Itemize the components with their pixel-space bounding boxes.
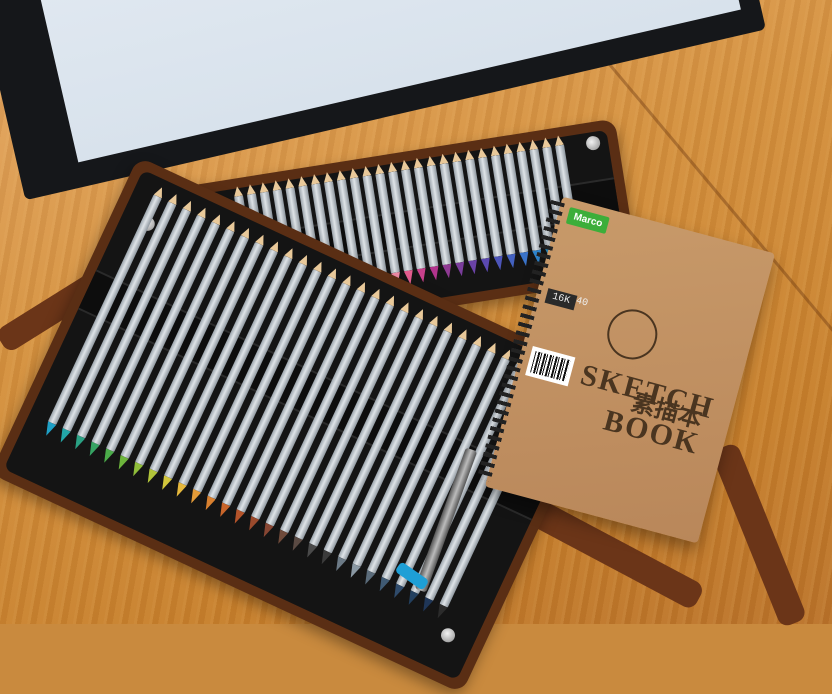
pencil-tip [115,455,129,471]
pencil-tip [86,441,100,457]
pencil-end [271,180,281,191]
pencil-tip [289,536,303,552]
pencil-tip [303,543,317,559]
pencil-tip [202,496,216,512]
photo-scene: Marco 16K 40 SKETCH BOOK 素描本 [0,0,832,694]
pencil-tip [455,262,466,277]
sheet-count-label: 40 [574,295,590,310]
pencil-end [348,167,358,178]
pencil-tip [376,577,390,593]
pencil-end [245,184,255,195]
pencil-end [438,153,448,164]
pencil-end [489,145,499,156]
pencil-tip [158,475,172,491]
pencil-end [477,147,487,158]
pencil-end [554,135,564,146]
globe-icon [601,303,663,365]
pencil-tip [507,254,518,269]
pencil-tip [430,266,441,281]
pencil-end [335,169,345,180]
pencil-tip [274,529,288,545]
pencil-tip [173,482,187,498]
pencil-end [541,137,551,148]
pencil-end [502,143,512,154]
pencil-end [464,149,474,160]
pencil-tip [390,583,404,599]
pencil-tip [494,256,505,271]
pencil-tip [481,258,492,273]
pencil-tip [332,556,346,572]
pencil-tip [434,604,448,620]
pencil-tip [519,252,530,267]
paper-size-label: 16K [544,288,578,311]
pencil-end [399,159,409,170]
pencil-tip [442,264,453,279]
pencil-tip [245,516,259,532]
pencil-tip [129,462,143,478]
pencil-tip [361,570,375,586]
pencil-tip [318,550,332,566]
pencil-end [258,182,268,193]
pencil-end [310,173,320,184]
pencil-tip [57,428,71,444]
pencil-tip [187,489,201,505]
pencil-end [322,171,332,182]
pencil-end [297,175,307,186]
pencil-end [374,163,384,174]
pencil-tip [260,523,274,539]
pencil-tip [419,597,433,613]
pencil-tip [417,268,428,283]
pencil-end [233,186,243,197]
pencil-end [387,161,397,172]
pencil-tip [347,563,361,579]
barcode [525,346,576,387]
brand-label: Marco [565,206,611,235]
pencil-tip [100,448,114,464]
pencil-end [412,157,422,168]
pencil-tip [231,509,245,525]
pencil-tip [216,502,230,518]
pencil-end [425,155,435,166]
pencil-tip [405,590,419,606]
pencil-end [528,139,538,150]
pencil-end [361,165,371,176]
pencil-end [515,141,525,152]
pencil-end [284,177,294,188]
pencil-tip [71,435,85,451]
pencil-tip [468,260,479,275]
pencil-end [451,151,461,162]
pencil-tip [144,468,158,484]
